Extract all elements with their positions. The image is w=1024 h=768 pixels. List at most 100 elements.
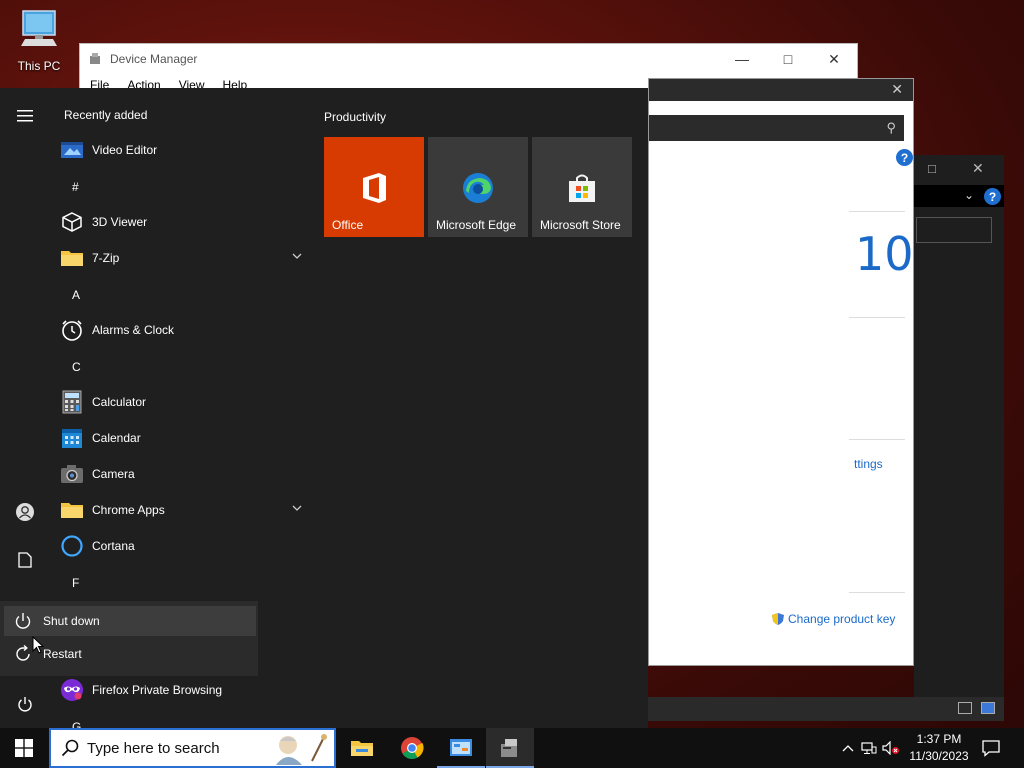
app-label: 3D Viewer: [92, 215, 148, 229]
tile-label: Microsoft Edge: [436, 218, 517, 232]
divider: [849, 317, 905, 318]
windows-logo-icon: [15, 739, 33, 757]
app-3d-viewer[interactable]: 3D Viewer: [60, 205, 310, 239]
change-product-key-link[interactable]: Change product key: [771, 612, 895, 626]
start-button[interactable]: [0, 728, 48, 768]
close-button[interactable]: ✕: [972, 160, 984, 177]
app-label: Alarms & Clock: [92, 323, 175, 337]
divider: [849, 592, 905, 593]
user-account-button[interactable]: [12, 499, 38, 525]
app-label: Firefox Private Browsing: [92, 683, 223, 697]
dark-window-field[interactable]: [916, 217, 992, 243]
calendar-icon: [62, 429, 82, 448]
taskbar-device-manager[interactable]: [486, 728, 534, 768]
chrome-icon: [401, 737, 424, 759]
app-cortana[interactable]: Cortana: [60, 529, 310, 563]
taskbar: Type here to search 1:37 PM 11/30/2023: [0, 728, 1024, 768]
dark-window-toolbar: ⌄ ?: [914, 185, 1004, 207]
app-calculator[interactable]: Calculator: [60, 385, 310, 419]
documents-button[interactable]: [12, 547, 38, 573]
app-label: Camera: [92, 467, 135, 481]
divider: [849, 211, 905, 212]
help-icon[interactable]: ?: [896, 149, 913, 166]
search-icon: [61, 739, 79, 757]
about-search-box[interactable]: ⚲: [649, 115, 904, 141]
details-view-icon[interactable]: [958, 702, 972, 714]
help-icon[interactable]: ?: [984, 188, 1001, 205]
document-icon: [18, 552, 32, 568]
maximize-button[interactable]: □: [928, 161, 936, 176]
folder-icon: [61, 251, 83, 266]
edge-icon: [463, 173, 493, 203]
recently-added-header: Recently added: [64, 108, 148, 122]
power-button[interactable]: [12, 691, 38, 717]
app-label: 7-Zip: [92, 251, 120, 265]
app-camera[interactable]: Camera: [60, 457, 310, 491]
app-label: Calendar: [92, 431, 141, 445]
tile-office[interactable]: Office: [324, 137, 424, 237]
hamburger-menu-button[interactable]: [12, 103, 38, 129]
taskbar-clock[interactable]: 1:37 PM 11/30/2023: [906, 731, 972, 765]
system-about-window[interactable]: ✕ ⚲ ? 10 ttings Change product key: [648, 78, 914, 666]
network-icon: [861, 742, 877, 754]
office-icon: [363, 173, 386, 203]
shield-icon: [772, 613, 784, 625]
background-dark-window[interactable]: □ ✕ ⌄ ?: [914, 155, 1004, 720]
system-tray: [838, 728, 902, 768]
desktop-icon-label: This PC: [17, 59, 61, 73]
taskbar-file-explorer[interactable]: [338, 728, 386, 768]
letter-header[interactable]: C: [72, 360, 81, 374]
letter-header[interactable]: #: [72, 180, 79, 194]
search-placeholder: Type here to search: [87, 739, 220, 757]
power-icon: [15, 613, 31, 629]
tile-group-title: Productivity: [324, 110, 387, 124]
clock-date: 11/30/2023: [909, 749, 969, 763]
start-menu: Recently added Video Editor # 3D Viewer …: [0, 88, 648, 728]
mouse-cursor-icon: [32, 636, 44, 654]
maximize-button[interactable]: □: [765, 44, 811, 74]
close-button[interactable]: ✕: [811, 44, 857, 74]
app-calendar[interactable]: Calendar: [60, 421, 310, 455]
device-manager-icon: [501, 739, 517, 757]
file-explorer-icon: [351, 741, 373, 756]
tile-microsoft-store[interactable]: Microsoft Store: [532, 137, 632, 237]
volume-muted-icon: [882, 741, 899, 755]
minimize-button[interactable]: —: [719, 44, 765, 74]
volume-button[interactable]: [880, 741, 902, 755]
app-alarms-clock[interactable]: Alarms & Clock: [60, 313, 310, 347]
chevron-down-icon[interactable]: [292, 503, 302, 513]
cube-icon: [62, 212, 82, 232]
folder-icon: [61, 503, 83, 518]
user-icon: [16, 503, 34, 521]
tiles-view-icon[interactable]: [981, 702, 995, 714]
app-video-editor[interactable]: Video Editor: [60, 133, 310, 167]
shut-down-option[interactable]: Shut down: [4, 606, 256, 636]
tile-microsoft-edge[interactable]: Microsoft Edge: [428, 137, 528, 237]
restart-icon: [16, 645, 30, 661]
search-highlight-illustration-icon: [276, 734, 327, 765]
app-7zip[interactable]: 7-Zip: [60, 241, 310, 275]
chevron-down-icon[interactable]: ⌄: [964, 188, 974, 202]
taskbar-search-box[interactable]: Type here to search: [49, 728, 336, 768]
power-icon: [18, 697, 32, 712]
app-firefox-private[interactable]: Firefox Private Browsing: [60, 673, 310, 707]
app-label: Calculator: [92, 395, 147, 409]
app-chrome-apps[interactable]: Chrome Apps: [60, 493, 310, 527]
desktop-icon-this-pc[interactable]: This PC: [10, 8, 68, 73]
app-label: Video Editor: [92, 143, 158, 157]
taskbar-control-panel[interactable]: [437, 728, 485, 768]
show-hidden-icons-button[interactable]: [838, 744, 858, 752]
app-label: Chrome Apps: [92, 503, 165, 517]
action-center-button[interactable]: [982, 739, 1000, 762]
close-button[interactable]: ✕: [891, 81, 903, 98]
settings-link[interactable]: ttings: [854, 457, 883, 471]
store-icon: [569, 174, 595, 202]
taskbar-chrome[interactable]: [388, 728, 436, 768]
letter-header[interactable]: A: [72, 288, 80, 302]
about-titlebar[interactable]: [649, 79, 913, 101]
letter-header[interactable]: F: [72, 576, 79, 590]
tile-label: Microsoft Store: [540, 218, 621, 232]
chevron-down-icon[interactable]: [292, 251, 302, 261]
letter-header[interactable]: G: [72, 720, 81, 728]
network-button[interactable]: [858, 741, 880, 755]
